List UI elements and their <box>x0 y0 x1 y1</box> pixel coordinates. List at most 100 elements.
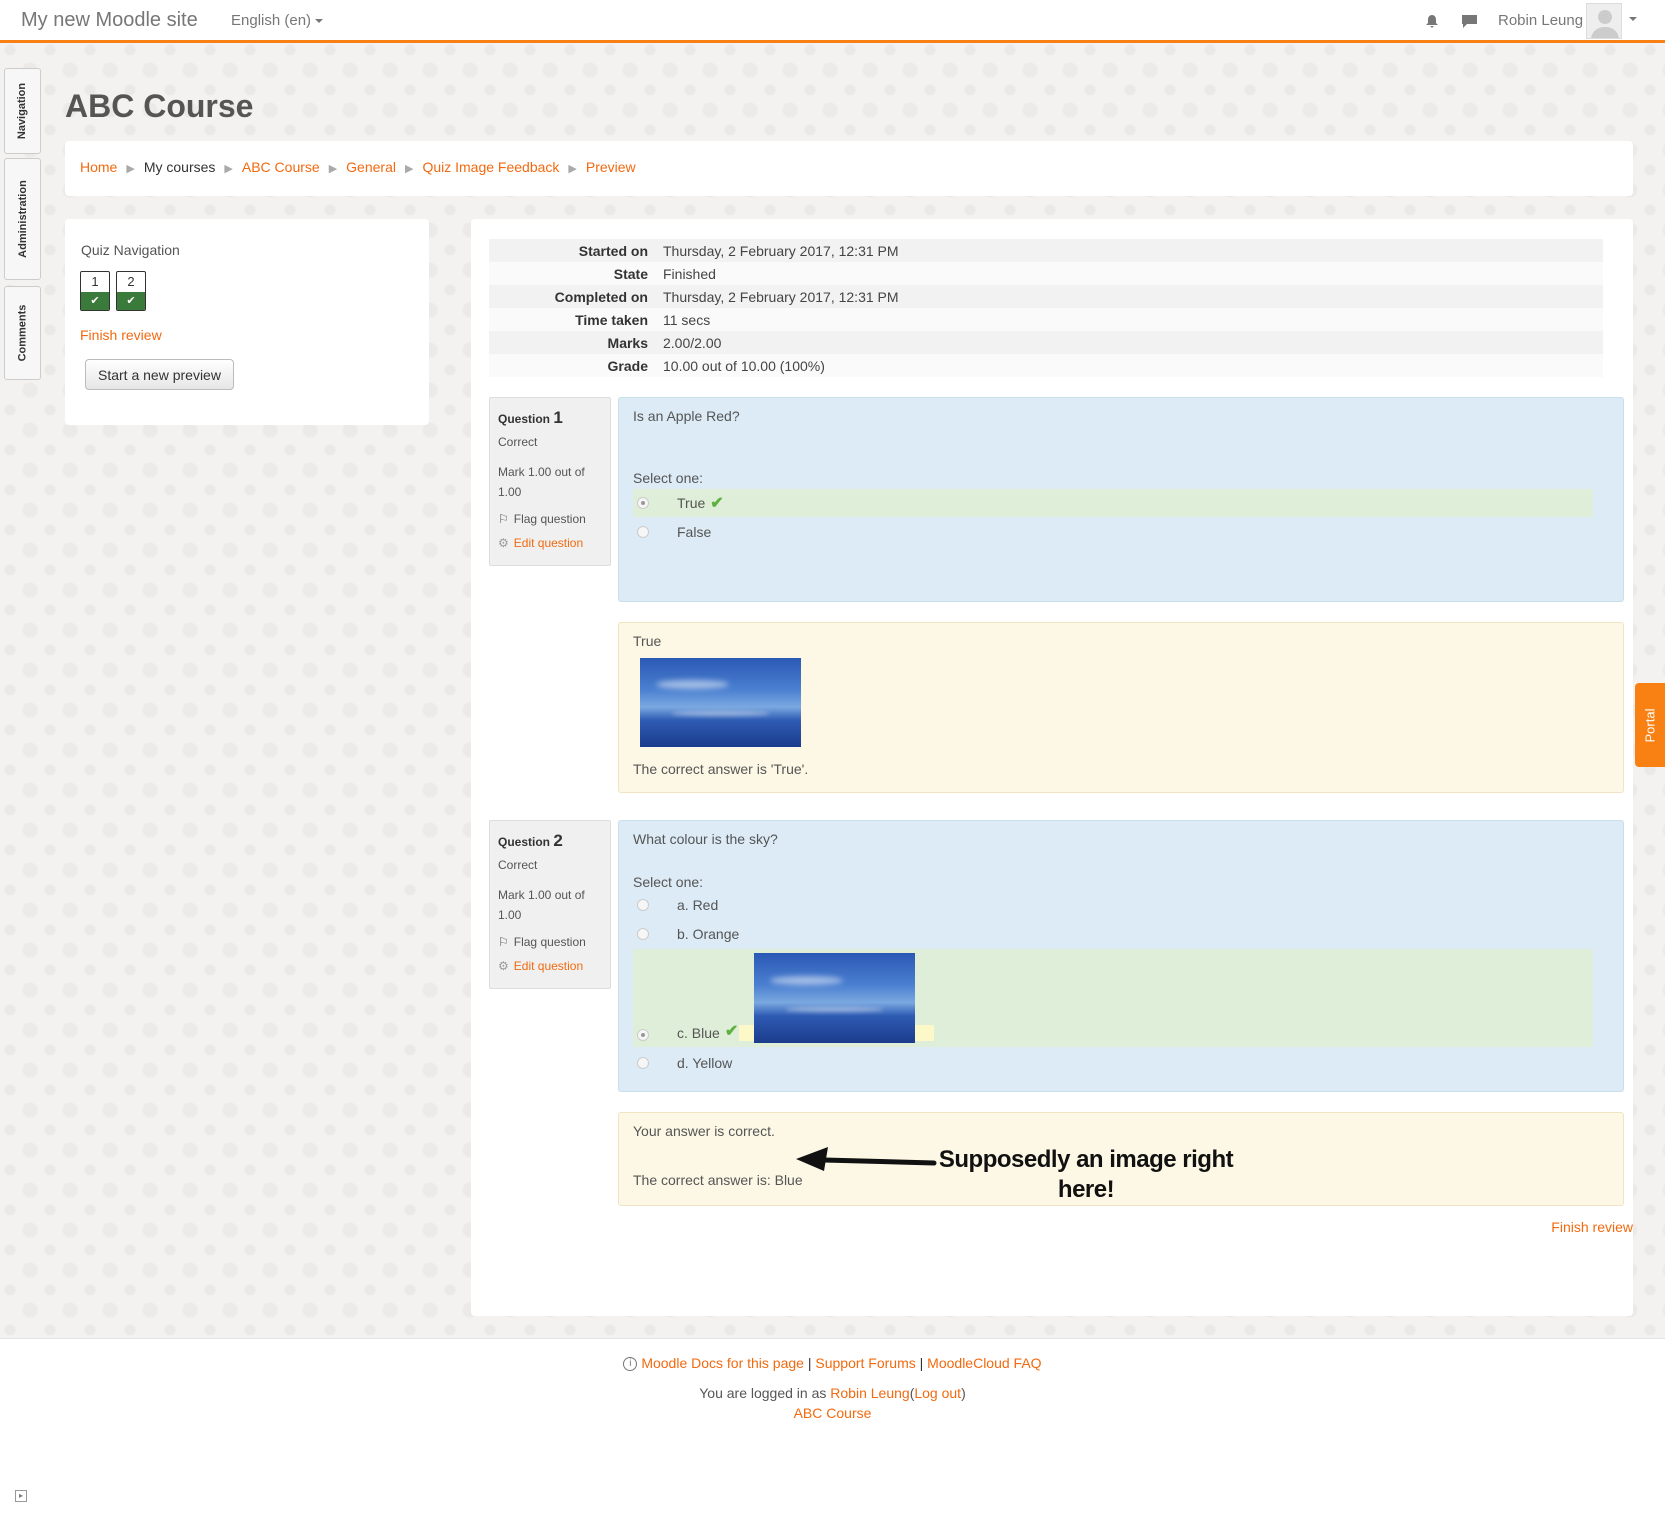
question-status: Correct <box>498 435 538 449</box>
site-name-link[interactable]: My new Moodle site <box>21 9 198 32</box>
message-icon[interactable] <box>1461 13 1478 29</box>
edit-question-label: Edit question <box>513 959 584 973</box>
moodle-docs-link[interactable]: Moodle Docs for this page <box>641 1355 804 1371</box>
logout-link[interactable]: Log out <box>914 1385 961 1401</box>
summary-value: Thursday, 2 February 2017, 12:31 PM <box>663 242 899 259</box>
user-profile-link[interactable]: Robin Leung <box>830 1385 909 1401</box>
breadcrumb-separator-icon: ▶ <box>126 163 135 175</box>
question-status: Correct <box>498 858 538 872</box>
radio-button[interactable] <box>637 497 649 509</box>
radio-button[interactable] <box>637 526 649 538</box>
breadcrumb-preview[interactable]: Preview <box>586 159 636 175</box>
breadcrumb-quiz[interactable]: Quiz Image Feedback <box>422 159 559 175</box>
answer-red[interactable]: a. Red <box>633 891 1593 919</box>
portal-tab[interactable]: Portal <box>1635 683 1665 767</box>
quiz-nav-button-2[interactable]: 2 ✔ <box>116 271 146 311</box>
dock-tab-administration[interactable]: Administration <box>4 158 41 280</box>
login-info: You are logged in as Robin Leung(Log out… <box>699 1385 966 1401</box>
user-menu-chevron-icon[interactable] <box>1629 17 1637 21</box>
question-mark: Mark 1.00 out of 1.00 <box>498 465 585 499</box>
flag-icon: ⚐ <box>498 512 509 526</box>
question-number-value: 1 <box>553 408 563 427</box>
question-number: Question 1 <box>498 408 602 428</box>
arrow-left-icon <box>796 1147 937 1171</box>
dock-tab-label: Comments <box>16 304 29 362</box>
expand-icon[interactable]: ▸ <box>15 1490 27 1502</box>
answer-blue[interactable]: c. Blue ✔ <box>633 949 1593 1047</box>
edit-question-link[interactable]: ⚙ Edit question <box>498 536 602 550</box>
radio-button[interactable] <box>637 928 649 940</box>
answer-yellow[interactable]: d. Yellow <box>633 1049 1593 1077</box>
gear-icon: ⚙ <box>498 536 509 550</box>
flag-question-label: Flag question <box>513 935 586 949</box>
language-menu[interactable]: English (en) <box>231 12 324 29</box>
avatar[interactable] <box>1586 3 1622 39</box>
finish-review-link[interactable]: Finish review <box>80 327 162 343</box>
gear-icon: ⚙ <box>498 959 509 973</box>
select-one-prompt: Select one: <box>633 874 704 890</box>
top-navbar: My new Moodle site English (en) Robin Le… <box>0 0 1665 43</box>
footer-separator: | <box>807 1355 812 1371</box>
flag-question-toggle[interactable]: ⚐ Flag question <box>498 935 602 949</box>
support-forums-link[interactable]: Support Forums <box>815 1355 915 1371</box>
question-1-feedback: True The correct answer is 'True'. <box>618 622 1624 793</box>
page-footer: i Moodle Docs for this page | Support Fo… <box>0 1338 1665 1518</box>
sky-image <box>754 953 915 1043</box>
question-1-info: Question 1 Correct Mark 1.00 out of 1.00… <box>489 397 611 566</box>
breadcrumb-course[interactable]: ABC Course <box>242 159 320 175</box>
bell-icon[interactable] <box>1424 13 1440 29</box>
radio-button[interactable] <box>637 1057 649 1069</box>
answer-true[interactable]: True ✔ <box>633 489 1593 517</box>
page-title: ABC Course <box>65 88 254 124</box>
dock-tab-comments[interactable]: Comments <box>4 286 41 380</box>
correct-answer-text: The correct answer is 'True'. <box>633 761 809 777</box>
question-number: Question 2 <box>498 831 602 851</box>
answer-label: d. Yellow <box>677 1055 733 1071</box>
summary-value: 2.00/2.00 <box>663 334 722 351</box>
answer-orange[interactable]: b. Orange <box>633 920 1593 948</box>
footer-course-link[interactable]: ABC Course <box>794 1405 872 1421</box>
summary-value: Thursday, 2 February 2017, 12:31 PM <box>663 288 899 305</box>
annotation-text: Supposedly an image right here! <box>930 1145 1242 1205</box>
summary-label: Marks <box>607 334 648 351</box>
summary-value: 10.00 out of 10.00 (100%) <box>663 357 825 374</box>
login-prefix: You are logged in as <box>699 1385 827 1401</box>
quiz-navigation-title: Quiz Navigation <box>81 242 180 258</box>
start-new-preview-button[interactable]: Start a new preview <box>85 359 234 390</box>
question-text: Is an Apple Red? <box>633 408 740 424</box>
question-label: Question <box>498 412 551 426</box>
portal-label: Portal <box>1642 708 1658 742</box>
finish-review-link[interactable]: Finish review <box>1551 1219 1633 1235</box>
breadcrumb-my-courses[interactable]: My courses <box>144 159 216 175</box>
breadcrumb-general[interactable]: General <box>346 159 396 175</box>
check-icon: ✔ <box>117 292 145 310</box>
question-number-value: 2 <box>553 831 563 850</box>
footer-links: i Moodle Docs for this page | Support Fo… <box>0 1355 1665 1372</box>
quiz-nav-button-1[interactable]: 1 ✔ <box>80 271 110 311</box>
flag-question-toggle[interactable]: ⚐ Flag question <box>498 512 602 526</box>
select-one-prompt: Select one: <box>633 470 704 486</box>
question-1-content: Is an Apple Red? Select one: True ✔ False <box>618 397 1624 602</box>
dock-tab-navigation[interactable]: Navigation <box>4 68 41 154</box>
question-text: What colour is the sky? <box>633 831 778 847</box>
answer-label: False <box>677 524 712 540</box>
table-row: Grade 10.00 out of 10.00 (100%) <box>489 354 1603 377</box>
table-row: State Finished <box>489 262 1603 285</box>
table-row: Marks 2.00/2.00 <box>489 331 1603 354</box>
summary-label: State <box>613 265 648 282</box>
radio-button[interactable] <box>637 899 649 911</box>
edit-question-link[interactable]: ⚙ Edit question <box>498 959 602 973</box>
answer-false[interactable]: False <box>633 518 1593 546</box>
question-label: Question <box>498 835 551 849</box>
summary-label: Completed on <box>554 288 648 305</box>
moodlecloud-faq-link[interactable]: MoodleCloud FAQ <box>927 1355 1041 1371</box>
breadcrumb-separator-icon: ▶ <box>224 163 233 175</box>
question-2-info: Question 2 Correct Mark 1.00 out of 1.00… <box>489 820 611 989</box>
breadcrumb: Home ▶ My courses ▶ ABC Course ▶ General ▶ Quiz … <box>65 141 1633 196</box>
radio-button[interactable] <box>637 1029 649 1041</box>
user-name[interactable]: Robin Leung <box>1498 12 1583 29</box>
breadcrumb-home[interactable]: Home <box>80 159 117 175</box>
chevron-down-icon <box>315 19 324 24</box>
dock-tab-label: Administration <box>16 180 29 258</box>
flag-question-label: Flag question <box>513 512 586 526</box>
